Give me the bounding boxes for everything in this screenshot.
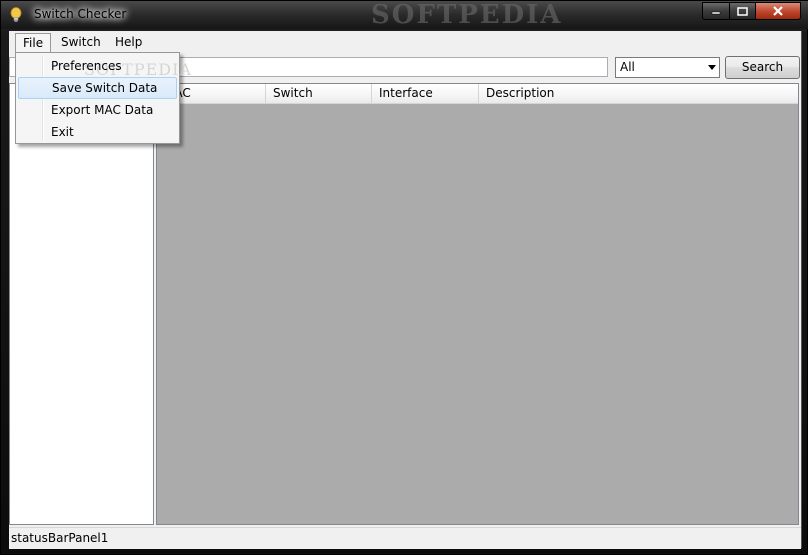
window-title: Switch Checker (34, 7, 127, 21)
menu-item-export-mac-data[interactable]: Export MAC Data (18, 99, 177, 121)
grid-header: MAC Switch Interface Description (157, 84, 798, 104)
window-controls (702, 2, 801, 21)
menu-switch[interactable]: Switch (54, 33, 108, 52)
minimize-icon (711, 11, 721, 15)
column-header-description[interactable]: Description (479, 84, 798, 103)
filter-select[interactable]: All (615, 57, 720, 78)
menu-item-preferences[interactable]: Preferences (18, 55, 177, 77)
close-icon (773, 6, 783, 16)
status-bar: statusBarPanel1 (9, 527, 801, 549)
menu-help[interactable]: Help (108, 33, 149, 52)
column-header-switch[interactable]: Switch (266, 84, 372, 103)
menu-item-exit[interactable]: Exit (18, 121, 177, 143)
window-frame: Switch Checker SOFTPEDIA File Switch Hel… (0, 0, 808, 555)
menu-file[interactable]: File (15, 33, 52, 52)
status-text: statusBarPanel1 (11, 531, 109, 545)
chevron-down-icon[interactable] (708, 65, 716, 70)
maximize-icon (737, 6, 748, 16)
window-right-edge (801, 31, 802, 548)
filter-select-value: All (620, 60, 635, 74)
switch-tree-panel[interactable] (9, 83, 154, 525)
watermark: SOFTPEDIA (371, 0, 563, 30)
column-header-interface[interactable]: Interface (372, 84, 479, 103)
search-button[interactable]: Search (725, 56, 800, 79)
app-icon (10, 7, 22, 22)
maximize-button[interactable] (729, 2, 755, 20)
minimize-button[interactable] (702, 2, 729, 20)
file-menu-dropdown: SOFTPEDIA Preferences Save Switch Data E… (15, 52, 191, 144)
menu-bar: File Switch Help (9, 31, 801, 53)
results-grid[interactable]: MAC Switch Interface Description (156, 83, 799, 525)
menu-item-save-switch-data[interactable]: Save Switch Data (18, 77, 177, 99)
title-bar[interactable]: Switch Checker SOFTPEDIA (1, 1, 808, 29)
close-button[interactable] (755, 2, 801, 20)
